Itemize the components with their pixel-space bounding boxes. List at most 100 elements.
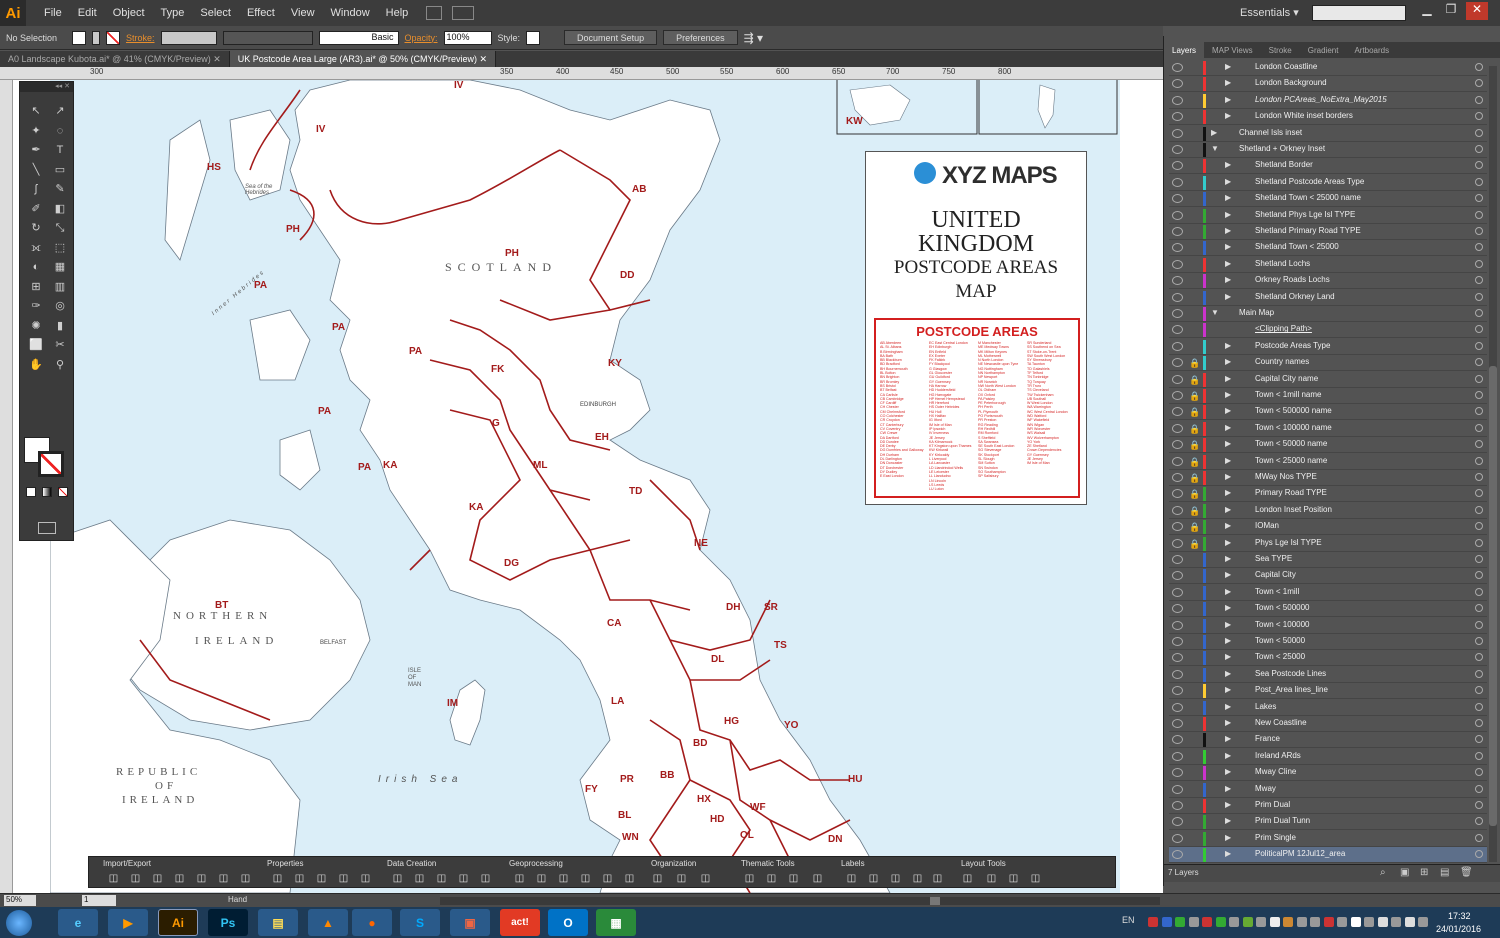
expand-triangle-icon[interactable]: ▶ xyxy=(1225,62,1231,71)
variable-width-dropdown[interactable] xyxy=(222,30,313,45)
visibility-eye-icon[interactable] xyxy=(1172,505,1183,515)
powerpoint-icon[interactable]: ▣ xyxy=(450,909,490,936)
opacity-field[interactable]: 100% xyxy=(443,30,492,45)
opacity-label[interactable]: Opacity: xyxy=(405,33,438,43)
direct-selection-tool-icon[interactable]: ↗ xyxy=(52,104,68,118)
expand-triangle-icon[interactable]: ▶ xyxy=(1225,177,1231,186)
layer-row[interactable]: ▶ Shetland Lochs xyxy=(1169,256,1487,273)
expand-triangle-icon[interactable]: ▶ xyxy=(1225,538,1231,547)
toolbar-tool-icon[interactable]: ◫ xyxy=(867,872,880,885)
visibility-eye-icon[interactable] xyxy=(1172,63,1183,72)
visibility-eye-icon[interactable] xyxy=(1172,456,1183,466)
layer-row[interactable]: 🔒 ▶ Primary Road TYPE xyxy=(1169,486,1487,503)
expand-triangle-icon[interactable]: ▶ xyxy=(1225,816,1231,825)
layer-target-icon[interactable] xyxy=(1475,309,1483,317)
tray-icon[interactable] xyxy=(1364,917,1374,927)
layer-target-icon[interactable] xyxy=(1475,768,1483,777)
visibility-eye-icon[interactable] xyxy=(1172,407,1183,417)
toolbar-tool-icon[interactable]: ◫ xyxy=(457,872,470,885)
lock-icon[interactable]: 🔒 xyxy=(1189,522,1200,532)
menu-select[interactable]: Select xyxy=(192,7,239,19)
layer-target-icon[interactable] xyxy=(1475,587,1483,596)
lock-icon[interactable]: 🔒 xyxy=(1189,539,1200,549)
width-tool-icon[interactable]: ⟗ xyxy=(28,241,44,255)
layer-target-icon[interactable] xyxy=(1475,522,1483,531)
layer-row[interactable]: 🔒 ▶ MWay Nos TYPE xyxy=(1169,470,1487,486)
pencil-tool-icon[interactable]: ✎ xyxy=(52,182,68,196)
layer-row[interactable]: ▶ Orkney Roads Lochs xyxy=(1169,273,1487,290)
delete-layer-icon[interactable]: 🗑 xyxy=(1460,867,1473,878)
layer-target-icon[interactable] xyxy=(1475,735,1483,744)
layer-row[interactable]: ▶ Sea TYPE xyxy=(1169,552,1487,568)
screen-mode-icon[interactable] xyxy=(38,522,56,534)
visibility-eye-icon[interactable] xyxy=(1172,735,1183,745)
toolbar-tool-icon[interactable]: ◫ xyxy=(315,872,328,885)
tray-icon[interactable] xyxy=(1283,917,1293,927)
taskbar-photoshop[interactable]: Ps xyxy=(208,909,248,936)
brush-dropdown[interactable]: Basic xyxy=(318,30,399,45)
visibility-eye-icon[interactable] xyxy=(1172,669,1183,679)
expand-triangle-icon[interactable]: ▶ xyxy=(1225,193,1231,202)
layer-target-icon[interactable] xyxy=(1475,604,1483,613)
style-swatch[interactable] xyxy=(526,30,541,45)
toolbar-tool-icon[interactable]: ◫ xyxy=(651,872,664,885)
visibility-eye-icon[interactable] xyxy=(1172,850,1183,860)
expand-triangle-icon[interactable]: ▶ xyxy=(1225,833,1231,842)
expand-triangle-icon[interactable]: ▶ xyxy=(1225,439,1231,448)
layer-row[interactable]: ▶ Ireland ARds xyxy=(1169,748,1487,765)
expand-triangle-icon[interactable]: ▶ xyxy=(1225,374,1231,383)
lock-icon[interactable]: 🔒 xyxy=(1189,473,1200,483)
expand-triangle-icon[interactable]: ▶ xyxy=(1225,472,1231,481)
visibility-eye-icon[interactable] xyxy=(1172,292,1183,302)
layer-target-icon[interactable] xyxy=(1475,95,1483,104)
layer-row[interactable]: ▶ Town < 50000 xyxy=(1169,634,1487,650)
scale-tool-icon[interactable]: ⤡ xyxy=(52,221,68,235)
layer-target-icon[interactable] xyxy=(1475,259,1483,268)
layer-row[interactable]: ▶ London Background xyxy=(1169,76,1487,93)
expand-triangle-icon[interactable]: ▶ xyxy=(1225,685,1231,694)
tab-artboards[interactable]: Artboards xyxy=(1346,42,1397,58)
layer-row[interactable]: ▶ Town < 500000 xyxy=(1169,601,1487,618)
tray-icon[interactable] xyxy=(1418,917,1428,927)
layer-target-icon[interactable] xyxy=(1475,850,1483,859)
expand-triangle-icon[interactable]: ▶ xyxy=(1225,341,1231,350)
layer-target-icon[interactable] xyxy=(1475,79,1483,88)
tray-icon[interactable] xyxy=(1377,917,1388,927)
tray-icon[interactable] xyxy=(1202,917,1212,927)
visibility-eye-icon[interactable] xyxy=(1172,702,1183,712)
visibility-eye-icon[interactable] xyxy=(1172,801,1183,810)
toolbar-tool-icon[interactable]: ◫ xyxy=(765,872,778,885)
expand-triangle-icon[interactable]: ▶ xyxy=(1225,652,1231,661)
expand-triangle-icon[interactable]: ▶ xyxy=(1225,226,1231,235)
menu-view[interactable]: View xyxy=(283,7,323,19)
expand-triangle-icon[interactable]: ▶ xyxy=(1225,734,1231,743)
layer-row[interactable]: ▶ Postcode Areas Type xyxy=(1169,338,1487,355)
expand-triangle-icon[interactable]: ▶ xyxy=(1225,587,1231,596)
firefox-icon[interactable]: ● xyxy=(352,909,392,936)
expand-triangle-icon[interactable]: ▶ xyxy=(1225,570,1231,579)
visibility-eye-icon[interactable] xyxy=(1172,325,1183,335)
slice-tool-icon[interactable]: ✂ xyxy=(52,338,68,352)
visibility-eye-icon[interactable] xyxy=(1172,112,1183,122)
skype-icon[interactable]: S xyxy=(400,909,440,936)
layer-row[interactable]: ▶ Capital City xyxy=(1169,568,1487,585)
horizontal-ruler[interactable]: 300 350 400 450 500 550 600 650 700 750 … xyxy=(0,67,1163,80)
shape-builder-tool-icon[interactable]: ◐ xyxy=(28,260,44,274)
toolbar-tool-icon[interactable]: ◫ xyxy=(151,872,164,885)
menu-help[interactable]: Help xyxy=(378,7,417,19)
layer-row[interactable]: ▶ Prim Dual Tunn xyxy=(1169,814,1487,831)
menu-window[interactable]: Window xyxy=(323,7,378,19)
visibility-eye-icon[interactable] xyxy=(1172,161,1183,171)
lock-icon[interactable]: 🔒 xyxy=(1189,391,1200,401)
visibility-eye-icon[interactable] xyxy=(1172,784,1183,794)
tray-icon[interactable] xyxy=(1188,917,1199,927)
tray-icon[interactable] xyxy=(1310,917,1320,927)
visibility-eye-icon[interactable] xyxy=(1172,604,1183,614)
lock-icon[interactable]: 🔒 xyxy=(1189,358,1200,368)
layer-target-icon[interactable] xyxy=(1475,112,1483,121)
expand-triangle-icon[interactable]: ▶ xyxy=(1225,669,1231,678)
visibility-eye-icon[interactable] xyxy=(1172,571,1183,581)
type-tool-icon[interactable]: T xyxy=(52,143,68,157)
stroke-color-icon[interactable] xyxy=(38,451,64,477)
layer-target-icon[interactable] xyxy=(1475,423,1483,432)
